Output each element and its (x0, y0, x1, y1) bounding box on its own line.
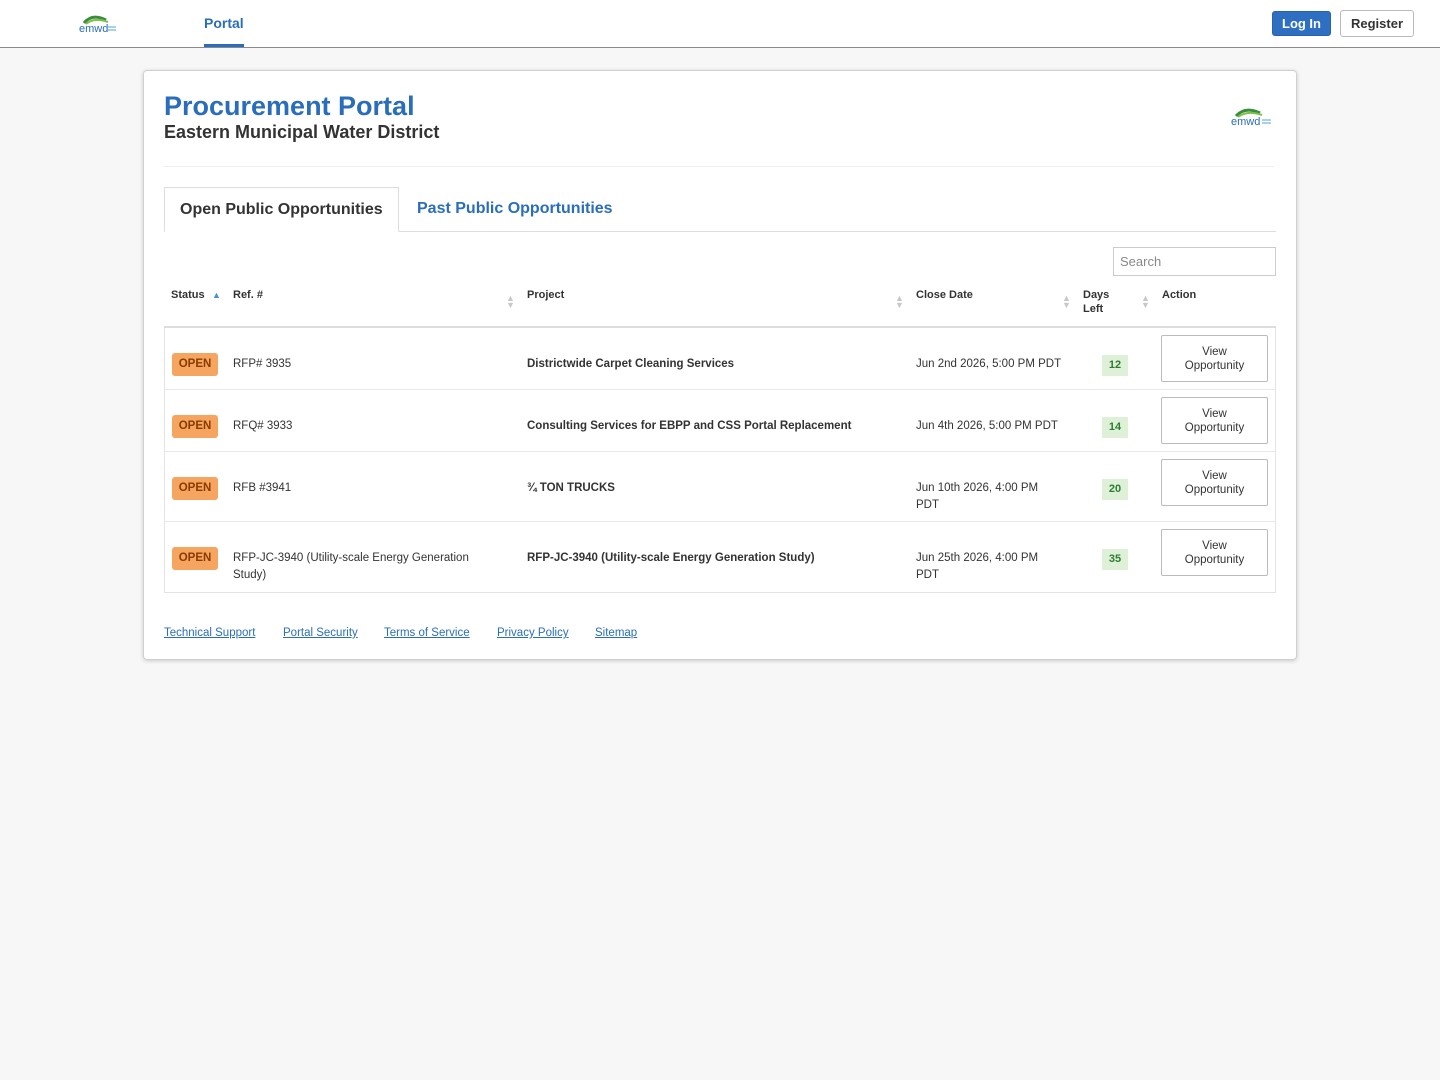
view-opportunity-label-line2: Opportunity (1184, 422, 1245, 434)
svg-text:emwd: emwd (1231, 116, 1260, 128)
project-cell: RFP-JC-3940 (Utility-scale Energy Genera… (527, 552, 815, 564)
top-nav: emwd Portal Log In Register (0, 0, 1440, 48)
view-opportunity-label-line1: View (1202, 408, 1227, 420)
project-cell: Districtwide Carpet Cleaning Services (527, 358, 735, 370)
emwd-logo[interactable]: emwd (78, 11, 120, 35)
footer-link-terms-of-service[interactable]: Terms of Service (384, 627, 470, 639)
view-opportunity-button[interactable]: View Opportunity (1161, 335, 1268, 382)
close-date-cell: Jun 25th 2026, 4:00 PM PDT (916, 550, 1038, 584)
ref-cell: RFB #3941 (233, 482, 292, 494)
row-divider (165, 451, 1275, 452)
status-badge: OPEN (172, 477, 218, 500)
status-badge: OPEN (172, 547, 218, 570)
close-date-line2: PDT (916, 569, 939, 581)
col-header-days-left-line2: Left (1083, 303, 1104, 315)
register-button[interactable]: Register (1340, 10, 1414, 37)
view-opportunity-label-line1: View (1202, 540, 1227, 552)
col-header-ref[interactable]: Ref. # (233, 288, 263, 302)
close-date-line2: PDT (916, 499, 939, 511)
emwd-logo-card: emwd (1230, 105, 1274, 129)
footer-link-privacy-policy[interactable]: Privacy Policy (497, 627, 569, 639)
sort-icon[interactable]: ▲ ▼ (895, 294, 904, 310)
sort-icon[interactable]: ▲ ▼ (1062, 294, 1071, 310)
project-cell: Consulting Services for EBPP and CSS Por… (527, 420, 852, 432)
view-opportunity-label-line1: View (1202, 346, 1227, 358)
view-opportunity-label-line2: Opportunity (1184, 554, 1245, 566)
search-input[interactable] (1113, 247, 1276, 276)
ref-line1: RFP-JC-3940 (Utility-scale Energy Genera… (233, 552, 469, 564)
footer-link-sitemap[interactable]: Sitemap (595, 627, 637, 639)
close-date-line1: Jun 25th 2026, 4:00 PM (916, 552, 1039, 564)
col-header-days-left[interactable]: Days Left (1083, 288, 1109, 316)
col-header-project[interactable]: Project (527, 288, 564, 302)
nav-tab-portal[interactable]: Portal (204, 0, 244, 47)
view-opportunity-label-line1: View (1202, 470, 1227, 482)
col-header-action: Action (1162, 289, 1197, 301)
main-card: Procurement Portal Eastern Municipal Wat… (143, 70, 1297, 660)
view-opportunity-button[interactable]: View Opportunity (1161, 397, 1268, 444)
col-header-close-date[interactable]: Close Date (916, 288, 973, 302)
page-subtitle: Eastern Municipal Water District (164, 122, 440, 142)
footer-link-portal-security[interactable]: Portal Security (283, 627, 358, 639)
close-date-line1: Jun 10th 2026, 4:00 PM (916, 482, 1039, 494)
ref-cell: RFQ# 3933 (233, 420, 293, 432)
days-left-badge: 12 (1102, 355, 1128, 376)
days-left-badge: 35 (1102, 549, 1128, 570)
footer-link-technical-support[interactable]: Technical Support (164, 627, 255, 639)
status-badge: OPEN (172, 415, 218, 438)
header-divider (164, 166, 1274, 167)
page-title: Procurement Portal (164, 91, 415, 121)
sort-asc-icon[interactable]: ▲ (212, 291, 221, 300)
login-button[interactable]: Log In (1272, 11, 1331, 36)
col-header-days-left-line1: Days (1083, 289, 1110, 301)
days-left-badge: 14 (1102, 417, 1128, 438)
view-opportunity-label-line2: Opportunity (1184, 484, 1245, 496)
days-left-badge: 20 (1102, 479, 1128, 500)
project-cell: ¾ TON TRUCKS (527, 482, 615, 494)
close-date-cell: Jun 2nd 2026, 5:00 PM PDT (916, 358, 1062, 370)
row-divider (165, 521, 1275, 522)
ref-line2: Study) (233, 569, 267, 581)
view-opportunity-button[interactable]: View Opportunity (1161, 459, 1268, 506)
close-date-cell: Jun 10th 2026, 4:00 PM PDT (916, 480, 1038, 514)
tab-open-opportunities[interactable]: Open Public Opportunities (164, 187, 399, 232)
tab-past-opportunities[interactable]: Past Public Opportunities (417, 187, 613, 232)
sort-icon[interactable]: ▲ ▼ (506, 294, 515, 310)
ref-cell: RFP# 3935 (233, 358, 292, 370)
col-header-status[interactable]: Status (171, 288, 205, 302)
view-opportunity-label-line2: Opportunity (1184, 360, 1245, 372)
svg-text:emwd: emwd (79, 23, 108, 35)
view-opportunity-button[interactable]: View Opportunity (1161, 529, 1268, 576)
close-date-cell: Jun 4th 2026, 5:00 PM PDT (916, 420, 1058, 432)
row-divider (165, 389, 1275, 390)
status-badge: OPEN (172, 353, 218, 376)
sort-icon[interactable]: ▲ ▼ (1141, 294, 1150, 310)
ref-cell: RFP-JC-3940 (Utility-scale Energy Genera… (233, 550, 469, 584)
